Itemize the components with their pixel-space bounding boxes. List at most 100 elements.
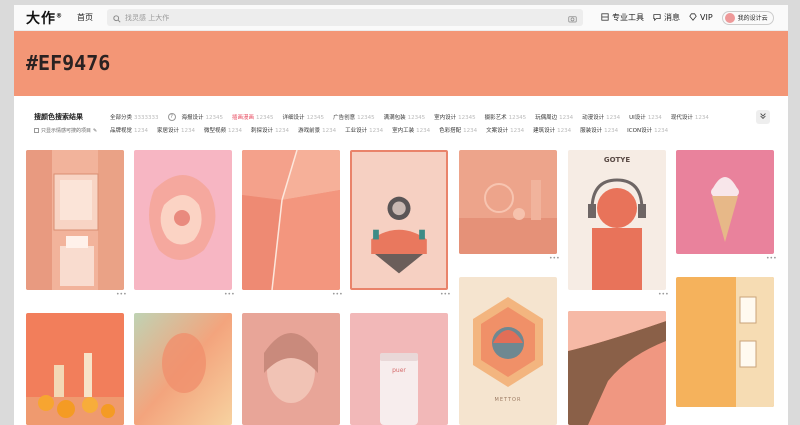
category-tag[interactable]: 全部分类 3333333 bbox=[110, 113, 159, 121]
more-options-icon[interactable]: ••• bbox=[440, 291, 451, 298]
category-tag-label: 动漫设计 bbox=[582, 114, 605, 121]
category-tag[interactable]: 详细设计 12345 bbox=[283, 113, 325, 121]
more-options-icon[interactable]: ••• bbox=[332, 291, 343, 298]
image-card[interactable] bbox=[350, 150, 448, 290]
category-tag[interactable]: 品牌视觉 1234 bbox=[110, 126, 148, 134]
image-card[interactable] bbox=[676, 150, 774, 254]
category-tag-count: 12345 bbox=[357, 114, 375, 121]
toolbar-right: 专业工具 消息 VIP 我的设计云 bbox=[601, 10, 774, 25]
more-options-icon[interactable]: ••• bbox=[224, 291, 235, 298]
page-title: #EF9476 bbox=[26, 51, 111, 75]
card-caption: GOTYE bbox=[603, 156, 631, 164]
category-tag[interactable]: 建筑设计 1234 bbox=[533, 126, 571, 134]
image-card[interactable] bbox=[568, 311, 666, 425]
vip-button[interactable]: VIP bbox=[689, 12, 713, 23]
image-card[interactable]: METTOR bbox=[459, 277, 557, 425]
checkbox-box[interactable] bbox=[34, 128, 39, 133]
category-tag[interactable]: 插画漫画 12345 bbox=[232, 113, 274, 121]
category-tag-count: 1234 bbox=[510, 127, 525, 134]
image-card[interactable] bbox=[26, 150, 124, 290]
category-tag[interactable]: 满满包装 12345 bbox=[384, 113, 426, 121]
search-input[interactable]: 找灵感 上大作 bbox=[125, 13, 568, 23]
user-label: 我的设计云 bbox=[737, 15, 768, 22]
category-tag-label: ICON设计 bbox=[627, 127, 653, 134]
site-logo[interactable]: 大作® bbox=[26, 8, 63, 28]
jelly-illustration bbox=[134, 150, 232, 290]
edit-icon: ✎ bbox=[93, 127, 98, 134]
expand-filter-button[interactable] bbox=[756, 110, 770, 124]
messages-label: 消息 bbox=[664, 13, 680, 22]
image-card[interactable] bbox=[134, 150, 232, 290]
messages-button[interactable]: 消息 bbox=[653, 12, 680, 23]
nav-home-link[interactable]: 首页 bbox=[77, 12, 93, 23]
category-tag-count: 1234 bbox=[322, 127, 337, 134]
category-tag-label: 微型视频 bbox=[204, 127, 227, 134]
category-tag-label: 玩偶周边 bbox=[535, 114, 558, 121]
category-tag[interactable]: 玩偶周边 1234 bbox=[535, 113, 573, 121]
category-tag[interactable]: 摄影艺术 12345 bbox=[485, 113, 527, 121]
category-tag[interactable]: 室内工装 1234 bbox=[392, 126, 430, 134]
tag-row: 品牌视觉 1234 家居设计 1234 微型视频 1234 刺探设计 1234 游戏前景 1234… bbox=[110, 123, 750, 136]
category-tag-count: 1234 bbox=[181, 127, 196, 134]
geometry-illustration bbox=[242, 150, 340, 290]
pro-tools-label: 专业工具 bbox=[612, 13, 644, 22]
tool-icon bbox=[601, 12, 609, 23]
search-bar[interactable]: 找灵感 上大作 bbox=[107, 9, 583, 26]
image-card[interactable] bbox=[134, 313, 232, 425]
category-tag-label: 全部分类 bbox=[110, 114, 133, 121]
category-tag-count: 1234 bbox=[604, 127, 619, 134]
category-tag-count: 12345 bbox=[205, 114, 224, 121]
category-tag-count: 1234 bbox=[134, 127, 149, 134]
image-card[interactable] bbox=[26, 313, 124, 425]
category-tag[interactable]: ICON设计 1234 bbox=[627, 126, 668, 134]
image-card[interactable] bbox=[459, 150, 557, 254]
image-card[interactable] bbox=[242, 150, 340, 290]
image-card[interactable]: GOTYE bbox=[568, 150, 666, 290]
category-tag-label: 满满包装 bbox=[383, 114, 406, 121]
category-tag-count: 12345 bbox=[256, 114, 274, 121]
more-options-icon[interactable]: ••• bbox=[658, 291, 669, 298]
category-tag[interactable]: 刺探设计 1234 bbox=[251, 126, 289, 134]
category-tag-count: 12345 bbox=[306, 114, 325, 121]
category-tag-count: 12345 bbox=[508, 114, 527, 121]
more-options-icon[interactable]: ••• bbox=[766, 255, 777, 262]
category-tag[interactable]: 微型视频 1234 bbox=[204, 126, 242, 134]
category-tag[interactable]: 家居设计 1234 bbox=[157, 126, 195, 134]
category-tag[interactable]: 工业设计 1234 bbox=[345, 126, 383, 134]
icecream-illustration bbox=[676, 150, 774, 254]
category-tag[interactable]: 服装设计 1234 bbox=[580, 126, 618, 134]
pro-tools-button[interactable]: 专业工具 bbox=[601, 12, 644, 23]
category-tag-label: 文案设计 bbox=[486, 127, 509, 134]
category-tag-count: 1234 bbox=[275, 127, 290, 134]
image-card[interactable] bbox=[676, 277, 774, 407]
more-options-icon[interactable]: ••• bbox=[116, 291, 127, 298]
category-tag-label: 家居设计 bbox=[157, 127, 180, 134]
camera-icon[interactable] bbox=[568, 8, 577, 27]
checkbox-label: 只显示情感可搜的项目 bbox=[41, 128, 92, 134]
tag-row: 全部分类 3333333? 海报设计 12345 插画漫画 12345 详细设计 12345 广… bbox=[110, 110, 750, 123]
category-tag-label: 色彩搭配 bbox=[439, 127, 462, 134]
image-card[interactable]: puer bbox=[350, 313, 448, 425]
category-tag[interactable]: 室内设计 12345 bbox=[434, 113, 476, 121]
category-tag-label: 海报设计 bbox=[181, 114, 204, 121]
category-tag[interactable]: 游戏前景 1234 bbox=[298, 126, 336, 134]
room-illustration bbox=[26, 150, 124, 290]
more-options-icon[interactable]: ••• bbox=[549, 255, 560, 262]
help-icon[interactable]: ? bbox=[167, 112, 176, 121]
category-tag-count: 1234 bbox=[606, 114, 621, 121]
category-tag-label: 现代设计 bbox=[670, 114, 693, 121]
category-tag[interactable]: 动漫设计 1234 bbox=[582, 113, 620, 121]
oranges-illustration bbox=[26, 313, 124, 425]
category-tags: 全部分类 3333333? 海报设计 12345 插画漫画 12345 详细设计 12345 广… bbox=[110, 110, 750, 136]
category-tag[interactable]: 现代设计 1234 bbox=[671, 113, 709, 121]
category-tag-label: 游戏前景 bbox=[298, 127, 321, 134]
message-icon bbox=[653, 13, 661, 23]
category-tag[interactable]: 广告创意 12345 bbox=[333, 113, 375, 121]
category-tag[interactable]: 文案设计 1234 bbox=[486, 126, 524, 134]
user-menu-button[interactable]: 我的设计云 bbox=[721, 10, 774, 25]
image-card[interactable] bbox=[242, 313, 340, 425]
category-tag[interactable]: UI设计 1234 bbox=[629, 113, 662, 121]
category-tag[interactable]: 色彩搭配 1234 bbox=[439, 126, 477, 134]
filter-checkbox[interactable]: 只显示情感可搜的项目 ✎ bbox=[34, 127, 97, 134]
category-tag[interactable]: 海报设计 12345 bbox=[182, 113, 224, 121]
